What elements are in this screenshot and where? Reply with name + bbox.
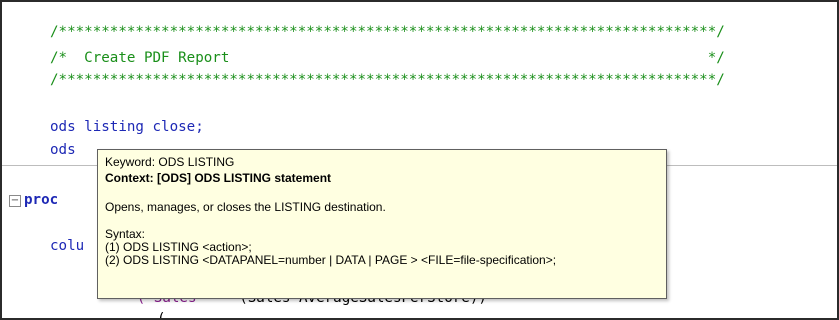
proc-line-partial[interactable]: proc — [24, 189, 58, 211]
tooltip-syntax: Syntax: (1) ODS LISTING <action>; (2) OD… — [105, 228, 659, 267]
collapse-block-icon[interactable]: − — [9, 195, 21, 207]
comment-banner-bottom: /***************************************… — [50, 72, 725, 88]
comment-title: /* Create PDF Report */ — [50, 50, 725, 66]
code-editor[interactable]: /***************************************… — [0, 0, 839, 320]
ods-line-partial[interactable]: ods — [50, 139, 76, 161]
ods-keyword: ods — [50, 119, 76, 135]
next-line-partial: ( — [157, 311, 166, 320]
tooltip-description: Opens, manages, or closes the LISTING de… — [105, 200, 386, 214]
tooltip-keyword: Keyword: ODS LISTING — [105, 155, 235, 169]
columns-line-partial[interactable]: colu — [50, 235, 84, 257]
comment-banner-top: /***************************************… — [50, 24, 725, 40]
keyword-help-tooltip: Keyword: ODS LISTING Context: [ODS] ODS … — [97, 149, 667, 299]
tooltip-context: Context: [ODS] ODS LISTING statement — [105, 171, 332, 185]
ods-listing-close-text: listing close; — [75, 119, 204, 135]
ods-listing-close-line[interactable]: ods listing close; — [50, 116, 204, 138]
tooltip-syntax-2: (2) ODS LISTING <DATAPANEL=number | DATA… — [105, 253, 557, 267]
